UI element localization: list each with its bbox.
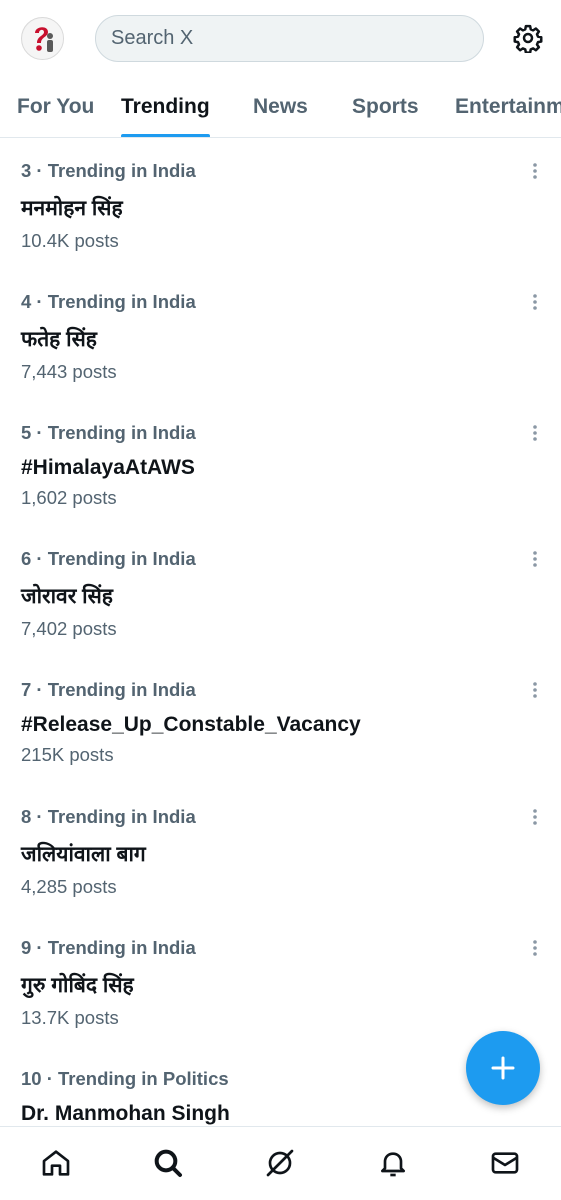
trend-context: 9 · Trending in India [21, 937, 196, 958]
settings-gear-icon[interactable] [511, 21, 545, 55]
messages-mail-icon[interactable] [487, 1145, 523, 1181]
tab-label: For You [17, 95, 95, 118]
more-options-icon[interactable] [524, 679, 546, 701]
trend-name: Dr. Manmohan Singh [21, 1102, 230, 1125]
trend-context: 8 · Trending in India [21, 806, 196, 827]
trend-post-count: 1,602 posts [21, 487, 117, 508]
more-options-icon[interactable] [524, 806, 546, 828]
trend-post-count: 7,443 posts [21, 361, 117, 382]
tab-label: Sports [352, 95, 419, 118]
more-options-icon[interactable] [524, 160, 546, 182]
trend-name: #HimalayaAtAWS [21, 456, 195, 479]
tab-label: Trending [121, 95, 210, 118]
avatar-image [22, 18, 63, 59]
explore-tabs: For You Trending News Sports Entertainme… [0, 80, 561, 138]
tab-label: Entertainment [455, 95, 561, 118]
search-input[interactable]: Search X [95, 15, 484, 62]
more-options-icon[interactable] [524, 548, 546, 570]
search-icon[interactable] [150, 1145, 186, 1181]
more-options-icon[interactable] [524, 291, 546, 313]
search-placeholder: Search X [111, 27, 194, 49]
compose-post-button[interactable] [466, 1031, 540, 1105]
trend-context: 5 · Trending in India [21, 422, 196, 443]
trend-name: मनमोहन सिंह [21, 197, 123, 220]
more-options-icon[interactable] [524, 937, 546, 959]
active-tab-indicator [121, 134, 210, 137]
trend-post-count: 4,285 posts [21, 876, 117, 897]
trend-context: 3 · Trending in India [21, 160, 196, 181]
bottom-navigation [0, 1126, 561, 1200]
trend-post-count: 13.7K posts [21, 1007, 119, 1028]
trend-post-count: 10.4K posts [21, 230, 119, 251]
tab-news[interactable]: News [253, 80, 308, 137]
tab-for-you[interactable]: For You [17, 80, 95, 137]
plus-icon [491, 1056, 515, 1080]
top-header: Search X [0, 0, 561, 80]
trend-post-count: 7,402 posts [21, 618, 117, 639]
trend-context: 4 · Trending in India [21, 291, 196, 312]
notifications-bell-icon[interactable] [375, 1145, 411, 1181]
grok-icon[interactable] [262, 1145, 298, 1181]
trend-context: 6 · Trending in India [21, 548, 196, 569]
more-options-icon[interactable] [524, 422, 546, 444]
trend-name: फतेह सिंह [21, 328, 97, 351]
app-root: Search X For You Trending News Sports En… [0, 0, 561, 1200]
trend-name: #Release_Up_Constable_Vacancy [21, 713, 361, 736]
trend-context: 7 · Trending in India [21, 679, 196, 700]
tab-trending[interactable]: Trending [121, 80, 210, 137]
tab-label: News [253, 95, 308, 118]
tab-sports[interactable]: Sports [352, 80, 419, 137]
trend-name: जलियांवाला बाग [21, 843, 146, 866]
profile-avatar[interactable] [21, 17, 64, 60]
trend-name: जोरावर सिंह [21, 585, 113, 608]
trend-name: गुरु गोबिंद सिंह [21, 974, 134, 997]
tab-entertainment[interactable]: Entertainment [455, 80, 561, 137]
trend-post-count: 215K posts [21, 744, 114, 765]
trend-context: 10 · Trending in Politics [21, 1068, 229, 1089]
home-icon[interactable] [38, 1145, 74, 1181]
